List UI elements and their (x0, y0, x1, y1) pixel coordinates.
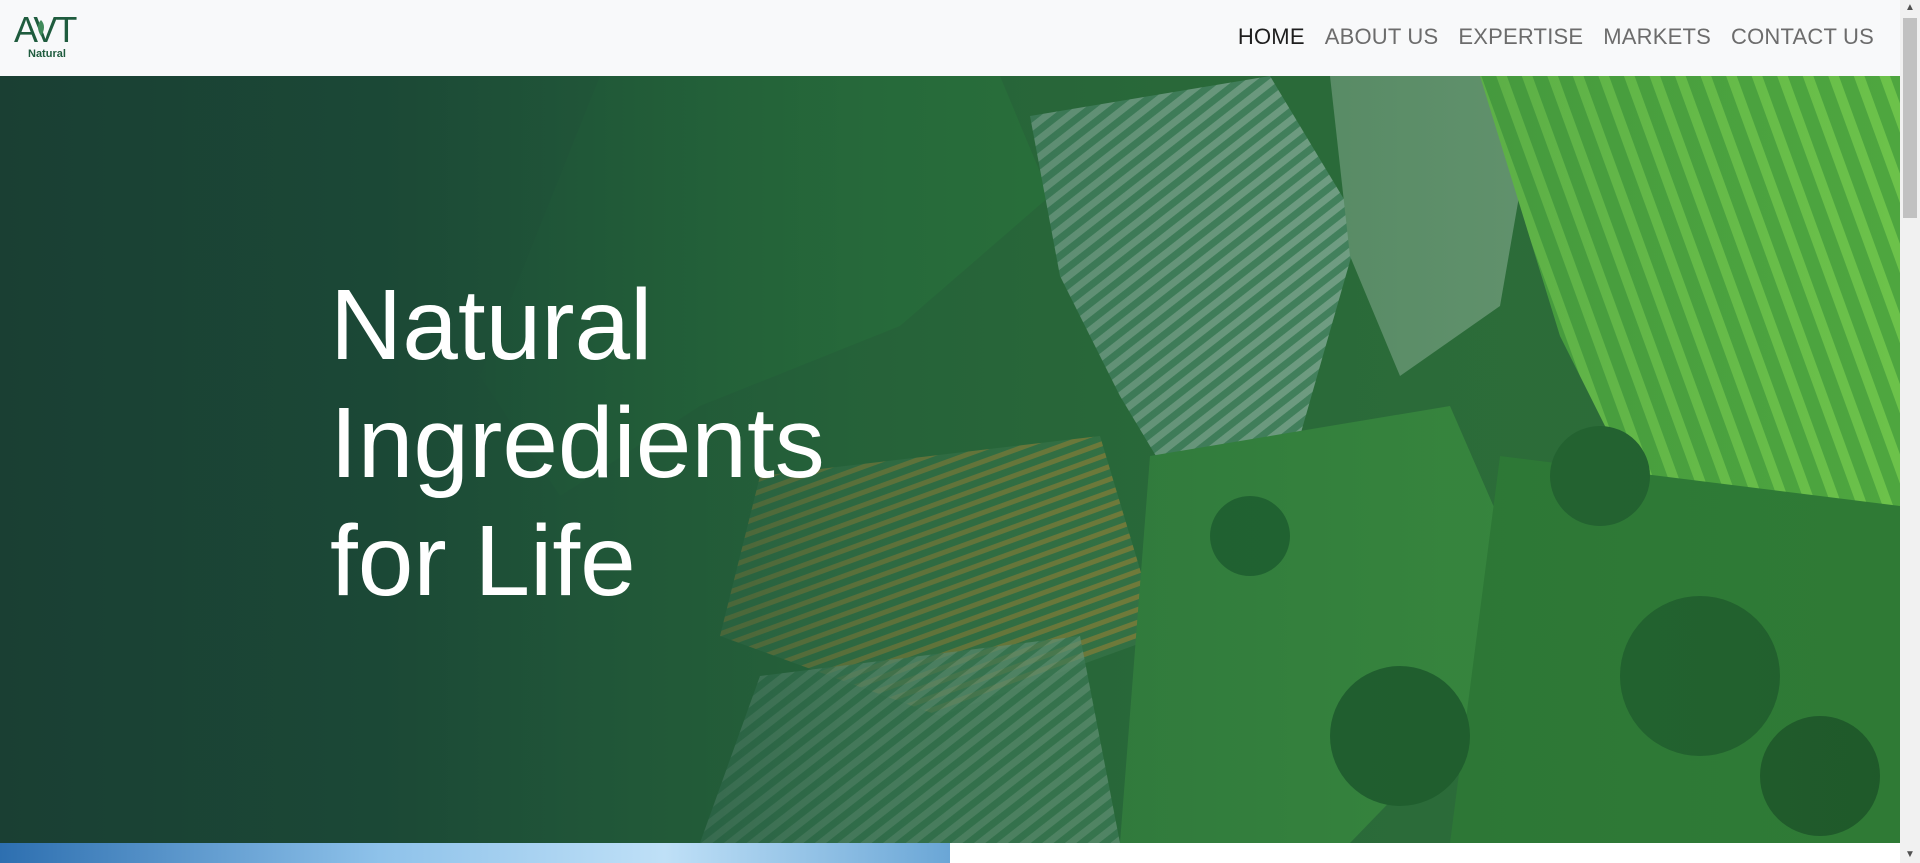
brand-logo[interactable]: AVT Natural (14, 12, 86, 64)
hero-title: Natural Ingredients for Life (330, 266, 1030, 620)
nav-contact-us[interactable]: CONTACT US (1731, 24, 1874, 50)
hero-title-line2: Ingredients (330, 387, 825, 499)
page-scrollbar[interactable]: ▲ ▼ (1900, 0, 1920, 863)
nav-home[interactable]: HOME (1238, 24, 1305, 50)
main-nav: HOME ABOUT US EXPERTISE MARKETS CONTACT … (1238, 24, 1874, 50)
hero-title-line3: for Life (330, 505, 636, 617)
hero-title-line1: Natural (330, 269, 653, 381)
sky-image (0, 843, 950, 863)
logo-subtitle: Natural (28, 48, 66, 60)
next-section-preview (0, 843, 1900, 863)
scroll-thumb[interactable] (1903, 18, 1917, 218)
hero-banner: Natural Ingredients for Life (0, 76, 1900, 843)
nav-expertise[interactable]: EXPERTISE (1458, 24, 1583, 50)
top-navbar: AVT Natural HOME ABOUT US EXPERTISE MARK… (0, 0, 1900, 76)
scroll-up-icon[interactable]: ▲ (1900, 0, 1920, 16)
nav-markets[interactable]: MARKETS (1603, 24, 1711, 50)
nav-about-us[interactable]: ABOUT US (1325, 24, 1439, 50)
leaf-icon (38, 20, 44, 36)
scroll-down-icon[interactable]: ▼ (1900, 847, 1920, 863)
